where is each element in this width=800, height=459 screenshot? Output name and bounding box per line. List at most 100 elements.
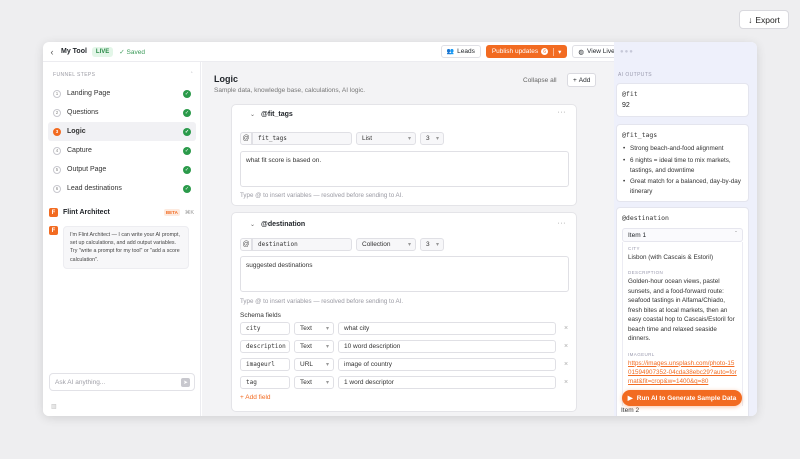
step-number: 5: [53, 165, 61, 174]
check-circle-icon: ✓: [183, 108, 191, 117]
step-label: Questions: [67, 109, 99, 116]
back-arrow-icon[interactable]: ‹: [43, 47, 61, 57]
variable-hint: Type @ to insert variables — resolved be…: [240, 298, 404, 305]
chevron-up-icon[interactable]: ˆ: [191, 72, 193, 78]
output-value: 92: [622, 102, 630, 109]
at-symbol-icon: @: [240, 132, 252, 145]
fit-tags-output-card: @fit_tags Strong beach-and-food alignmen…: [616, 124, 749, 202]
chevron-down-icon[interactable]: ⌄: [250, 221, 255, 228]
step-questions[interactable]: 2 Questions ✓: [48, 103, 196, 122]
saved-label: Saved: [126, 48, 145, 56]
type-select[interactable]: List: [356, 132, 416, 145]
type-select[interactable]: Collection: [356, 238, 416, 251]
field-name-input[interactable]: description: [240, 340, 290, 353]
step-logic[interactable]: 3 Logic ✓: [48, 122, 196, 141]
chevron-up-icon[interactable]: ˆ: [735, 232, 737, 238]
output-variable-name: @destination: [622, 214, 669, 222]
send-icon[interactable]: ➤: [181, 378, 190, 387]
at-symbol-icon: @: [240, 238, 252, 251]
leads-button[interactable]: 👥 Leads: [440, 45, 481, 58]
play-icon: ▶: [627, 395, 633, 402]
list-item: Great match for a balanced, day-by-day i…: [622, 177, 743, 197]
step-output-page[interactable]: 5 Output Page ✓: [48, 160, 196, 179]
more-options-icon[interactable]: ···: [558, 109, 567, 116]
variable-hint: Type @ to insert variables — resolved be…: [240, 192, 404, 199]
close-icon[interactable]: ×: [564, 343, 568, 350]
card-header[interactable]: ⌄ @fit_tags: [232, 105, 576, 123]
count-select[interactable]: 3: [420, 238, 444, 251]
field-name-input[interactable]: imageurl: [240, 358, 290, 371]
step-label: Capture: [67, 147, 92, 154]
tags-list: Strong beach-and-food alignment 6 nights…: [617, 139, 748, 203]
field-key: CITY: [628, 246, 640, 251]
add-button[interactable]: + Add: [567, 73, 597, 87]
leads-label: Leads: [457, 48, 475, 55]
page-title: Logic: [214, 74, 238, 84]
check-circle-icon: ✓: [183, 89, 191, 98]
left-sidebar: FUNNEL STEPS ˆ 1 Landing Page ✓ 2 Questions…: [43, 62, 201, 416]
variable-name-input[interactable]: destination: [252, 238, 352, 251]
shortcut-hint: ⌘K: [184, 209, 194, 216]
field-type-select[interactable]: URL: [294, 358, 334, 371]
field-type-select[interactable]: Text: [294, 322, 334, 335]
users-icon: 👥: [446, 49, 455, 55]
step-label: Logic: [67, 128, 86, 135]
field-description-input[interactable]: what city: [338, 322, 556, 335]
step-capture[interactable]: 4 Capture ✓: [48, 141, 196, 160]
plus-icon: +: [573, 76, 577, 84]
chevron-down-icon[interactable]: ▾: [553, 47, 561, 56]
description-field: DESCRIPTION Golden-hour ocean views, pas…: [622, 266, 743, 348]
step-lead-destinations[interactable]: 6 Lead destinations ✓: [48, 179, 196, 198]
live-badge: LIVE: [91, 46, 114, 57]
count-select[interactable]: 3: [420, 132, 444, 145]
output-variable-name: @fit: [622, 90, 638, 98]
image-url-link[interactable]: https://images.unsplash.com/photo-150159…: [628, 359, 737, 387]
logic-editor: Logic Sample data, knowledge base, calcu…: [202, 62, 614, 416]
field-type-select[interactable]: Text: [294, 376, 334, 389]
field-key: IMAGEURL: [628, 351, 655, 357]
destination-output-card: @destination Item 1 ˆ CITY Lisbon (with …: [616, 207, 749, 416]
close-icon[interactable]: ×: [564, 361, 568, 368]
schema-field-row: tag Text 1 word descriptor ×: [240, 376, 568, 389]
variable-name-input[interactable]: fit_tags: [252, 132, 352, 145]
output-variable-name: @fit_tags: [622, 131, 658, 139]
export-label: Export: [755, 14, 780, 25]
view-live-label: View Live: [587, 48, 615, 55]
add-field-button[interactable]: + Add field: [240, 394, 271, 401]
step-landing-page[interactable]: 1 Landing Page ✓: [48, 84, 196, 103]
field-description-input[interactable]: 1 word descriptor: [338, 376, 556, 389]
item-2-header[interactable]: Item 2: [621, 407, 639, 414]
field-key: DESCRIPTION: [628, 270, 664, 276]
publish-updates-button[interactable]: Publish updates 6 ▾: [485, 45, 568, 58]
prompt-textarea[interactable]: suggested destinations: [240, 256, 569, 292]
step-label: Output Page: [67, 166, 107, 173]
card-header[interactable]: ⌄ @destination: [232, 213, 576, 235]
field-type-select[interactable]: Text: [294, 340, 334, 353]
flint-logo-icon: F: [49, 226, 58, 235]
flint-logo-icon: F: [49, 208, 58, 217]
card-title: @fit_tags: [261, 110, 293, 118]
globe-icon: ◍: [578, 48, 585, 56]
chevron-down-icon[interactable]: ⌄: [250, 111, 255, 118]
collapse-all-button[interactable]: Collapse all: [523, 77, 557, 84]
sidebar-toggle-icon[interactable]: ▥: [51, 403, 57, 410]
flint-architect-header: F Flint Architect BETA ⌘K: [43, 208, 200, 217]
field-name-input[interactable]: city: [240, 322, 290, 335]
export-button[interactable]: ↓ Export: [739, 10, 789, 29]
field-description-input[interactable]: image of country: [338, 358, 556, 371]
ask-ai-input[interactable]: Ask AI anything... ➤: [49, 373, 195, 391]
prompt-textarea[interactable]: what fit score is based on.: [240, 151, 569, 187]
card-title: @destination: [261, 220, 306, 228]
schema-field-row: imageurl URL image of country ×: [240, 358, 568, 371]
step-number: 2: [53, 108, 61, 117]
field-description-input[interactable]: 10 word description: [338, 340, 556, 353]
item-1-header[interactable]: Item 1 ˆ: [622, 228, 743, 242]
field-name-input[interactable]: tag: [240, 376, 290, 389]
run-ai-button[interactable]: ▶ Run AI to Generate Sample Data: [622, 390, 742, 406]
close-icon[interactable]: ×: [564, 379, 568, 386]
more-options-icon[interactable]: ···: [558, 220, 567, 227]
close-icon[interactable]: ×: [564, 325, 568, 332]
schema-field-row: city Text what city ×: [240, 322, 568, 335]
field-value: Lisbon (with Cascais & Estoril): [628, 254, 714, 261]
field-value: Golden-hour ocean views, pastel sunsets,…: [628, 278, 735, 343]
